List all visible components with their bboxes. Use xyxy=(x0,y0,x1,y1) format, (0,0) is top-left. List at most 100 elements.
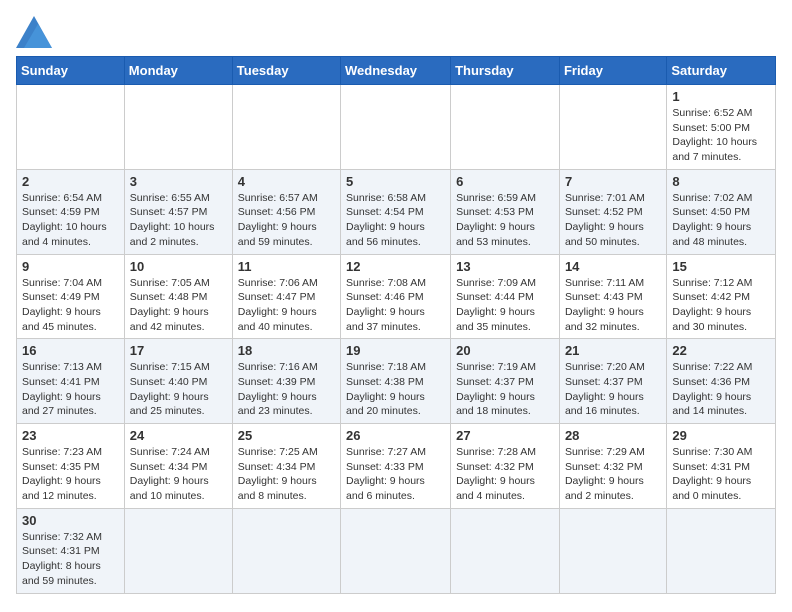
calendar-row: 23 Sunrise: 7:23 AM Sunset: 4:35 PM Dayli… xyxy=(17,424,776,509)
day-info: Sunrise: 7:06 AM Sunset: 4:47 PM Dayligh… xyxy=(238,276,335,335)
calendar-cell: 7 Sunrise: 7:01 AM Sunset: 4:52 PM Daylig… xyxy=(559,169,666,254)
day-number: 4 xyxy=(238,174,335,189)
calendar-cell: 26 Sunrise: 7:27 AM Sunset: 4:33 PM Dayli… xyxy=(341,424,451,509)
calendar-cell: 15 Sunrise: 7:12 AM Sunset: 4:42 PM Dayli… xyxy=(667,254,776,339)
calendar-body: 1 Sunrise: 6:52 AM Sunset: 5:00 PM Daylig… xyxy=(17,85,776,594)
day-info: Sunrise: 7:01 AM Sunset: 4:52 PM Dayligh… xyxy=(565,191,661,250)
day-info: Sunrise: 7:15 AM Sunset: 4:40 PM Dayligh… xyxy=(130,360,227,419)
calendar-cell xyxy=(341,508,451,593)
calendar-cell xyxy=(232,85,340,170)
calendar-cell xyxy=(341,85,451,170)
day-info: Sunrise: 7:32 AM Sunset: 4:31 PM Dayligh… xyxy=(22,530,119,589)
day-number: 12 xyxy=(346,259,445,274)
day-info: Sunrise: 7:16 AM Sunset: 4:39 PM Dayligh… xyxy=(238,360,335,419)
calendar-cell: 3Sunrise: 6:55 AM Sunset: 4:57 PM Daylig… xyxy=(124,169,232,254)
day-number: 10 xyxy=(130,259,227,274)
day-info: Sunrise: 7:13 AM Sunset: 4:41 PM Dayligh… xyxy=(22,360,119,419)
day-number: 17 xyxy=(130,343,227,358)
calendar-cell: 25Sunrise: 7:25 AM Sunset: 4:34 PM Dayli… xyxy=(232,424,340,509)
calendar-cell xyxy=(451,508,560,593)
calendar-cell xyxy=(451,85,560,170)
calendar-cell xyxy=(124,85,232,170)
calendar-cell: 28 Sunrise: 7:29 AM Sunset: 4:32 PM Dayli… xyxy=(559,424,666,509)
logo xyxy=(16,16,56,48)
day-info: Sunrise: 7:02 AM Sunset: 4:50 PM Dayligh… xyxy=(672,191,770,250)
day-number: 19 xyxy=(346,343,445,358)
calendar-cell xyxy=(17,85,125,170)
header-cell: Saturday xyxy=(667,57,776,85)
page-header xyxy=(16,16,776,48)
calendar-cell xyxy=(124,508,232,593)
calendar-cell: 11 Sunrise: 7:06 AM Sunset: 4:47 PM Dayli… xyxy=(232,254,340,339)
day-number: 30 xyxy=(22,513,119,528)
day-info: Sunrise: 7:09 AM Sunset: 4:44 PM Dayligh… xyxy=(456,276,554,335)
header-cell: Wednesday xyxy=(341,57,451,85)
day-number: 13 xyxy=(456,259,554,274)
day-info: Sunrise: 6:52 AM Sunset: 5:00 PM Dayligh… xyxy=(672,106,770,165)
calendar-cell: 12 Sunrise: 7:08 AM Sunset: 4:46 PM Dayli… xyxy=(341,254,451,339)
header-cell: Friday xyxy=(559,57,666,85)
day-info: Sunrise: 7:08 AM Sunset: 4:46 PM Dayligh… xyxy=(346,276,445,335)
calendar-cell: 24Sunrise: 7:24 AM Sunset: 4:34 PM Dayli… xyxy=(124,424,232,509)
day-info: Sunrise: 7:20 AM Sunset: 4:37 PM Dayligh… xyxy=(565,360,661,419)
day-info: Sunrise: 7:05 AM Sunset: 4:48 PM Dayligh… xyxy=(130,276,227,335)
calendar-row: 16 Sunrise: 7:13 AM Sunset: 4:41 PM Dayli… xyxy=(17,339,776,424)
day-number: 18 xyxy=(238,343,335,358)
calendar-cell: 30 Sunrise: 7:32 AM Sunset: 4:31 PM Dayli… xyxy=(17,508,125,593)
calendar-cell: 8 Sunrise: 7:02 AM Sunset: 4:50 PM Daylig… xyxy=(667,169,776,254)
day-info: Sunrise: 7:27 AM Sunset: 4:33 PM Dayligh… xyxy=(346,445,445,504)
day-number: 9 xyxy=(22,259,119,274)
calendar-table: SundayMondayTuesdayWednesdayThursdayFrid… xyxy=(16,56,776,594)
day-info: Sunrise: 7:04 AM Sunset: 4:49 PM Dayligh… xyxy=(22,276,119,335)
day-number: 20 xyxy=(456,343,554,358)
calendar-cell: 23 Sunrise: 7:23 AM Sunset: 4:35 PM Dayli… xyxy=(17,424,125,509)
calendar-cell xyxy=(559,508,666,593)
calendar-cell: 5Sunrise: 6:58 AM Sunset: 4:54 PM Daylig… xyxy=(341,169,451,254)
calendar-row: 9 Sunrise: 7:04 AM Sunset: 4:49 PM Daylig… xyxy=(17,254,776,339)
day-number: 6 xyxy=(456,174,554,189)
header-cell: Thursday xyxy=(451,57,560,85)
calendar-cell: 29 Sunrise: 7:30 AM Sunset: 4:31 PM Dayli… xyxy=(667,424,776,509)
calendar-cell xyxy=(559,85,666,170)
day-info: Sunrise: 7:29 AM Sunset: 4:32 PM Dayligh… xyxy=(565,445,661,504)
day-info: Sunrise: 6:54 AM Sunset: 4:59 PM Dayligh… xyxy=(22,191,119,250)
calendar-row: 2Sunrise: 6:54 AM Sunset: 4:59 PM Daylig… xyxy=(17,169,776,254)
day-number: 28 xyxy=(565,428,661,443)
header-cell: Tuesday xyxy=(232,57,340,85)
day-number: 3 xyxy=(130,174,227,189)
calendar-row: 1 Sunrise: 6:52 AM Sunset: 5:00 PM Daylig… xyxy=(17,85,776,170)
calendar-cell: 16 Sunrise: 7:13 AM Sunset: 4:41 PM Dayli… xyxy=(17,339,125,424)
logo-icon xyxy=(16,16,52,48)
calendar-cell: 21Sunrise: 7:20 AM Sunset: 4:37 PM Dayli… xyxy=(559,339,666,424)
day-number: 23 xyxy=(22,428,119,443)
day-number: 7 xyxy=(565,174,661,189)
calendar-cell: 13 Sunrise: 7:09 AM Sunset: 4:44 PM Dayli… xyxy=(451,254,560,339)
day-number: 8 xyxy=(672,174,770,189)
calendar-cell: 19Sunrise: 7:18 AM Sunset: 4:38 PM Dayli… xyxy=(341,339,451,424)
calendar-header: SundayMondayTuesdayWednesdayThursdayFrid… xyxy=(17,57,776,85)
day-number: 1 xyxy=(672,89,770,104)
calendar-cell: 18 Sunrise: 7:16 AM Sunset: 4:39 PM Dayli… xyxy=(232,339,340,424)
calendar-cell xyxy=(232,508,340,593)
calendar-cell: 22Sunrise: 7:22 AM Sunset: 4:36 PM Dayli… xyxy=(667,339,776,424)
day-info: Sunrise: 6:57 AM Sunset: 4:56 PM Dayligh… xyxy=(238,191,335,250)
day-info: Sunrise: 7:23 AM Sunset: 4:35 PM Dayligh… xyxy=(22,445,119,504)
calendar-cell: 27Sunrise: 7:28 AM Sunset: 4:32 PM Dayli… xyxy=(451,424,560,509)
day-info: Sunrise: 7:12 AM Sunset: 4:42 PM Dayligh… xyxy=(672,276,770,335)
day-number: 16 xyxy=(22,343,119,358)
day-number: 24 xyxy=(130,428,227,443)
header-cell: Monday xyxy=(124,57,232,85)
day-info: Sunrise: 7:11 AM Sunset: 4:43 PM Dayligh… xyxy=(565,276,661,335)
day-info: Sunrise: 7:30 AM Sunset: 4:31 PM Dayligh… xyxy=(672,445,770,504)
day-number: 26 xyxy=(346,428,445,443)
calendar-cell: 9 Sunrise: 7:04 AM Sunset: 4:49 PM Daylig… xyxy=(17,254,125,339)
day-info: Sunrise: 7:28 AM Sunset: 4:32 PM Dayligh… xyxy=(456,445,554,504)
day-number: 14 xyxy=(565,259,661,274)
day-number: 29 xyxy=(672,428,770,443)
day-number: 11 xyxy=(238,259,335,274)
day-info: Sunrise: 7:19 AM Sunset: 4:37 PM Dayligh… xyxy=(456,360,554,419)
day-info: Sunrise: 6:59 AM Sunset: 4:53 PM Dayligh… xyxy=(456,191,554,250)
day-number: 5 xyxy=(346,174,445,189)
day-number: 15 xyxy=(672,259,770,274)
day-number: 25 xyxy=(238,428,335,443)
